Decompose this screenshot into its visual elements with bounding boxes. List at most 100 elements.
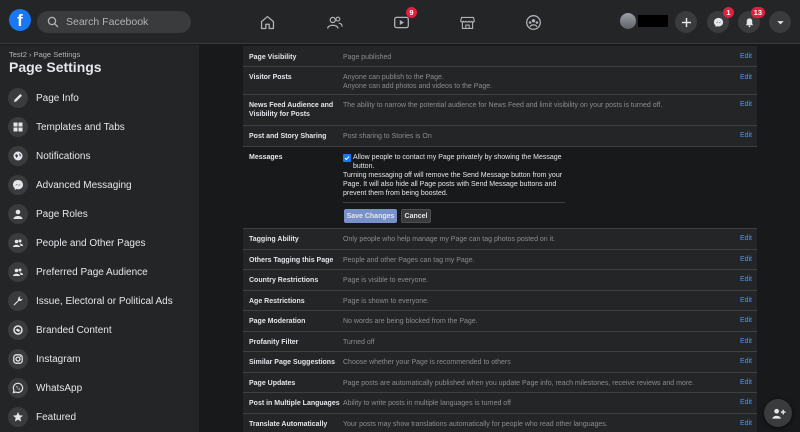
sidebar-item-featured[interactable]: Featured [4,404,194,430]
caret-down-icon [776,20,784,24]
allow-messages-label[interactable]: Allow people to contact my Page privatel… [353,153,568,171]
search-input[interactable] [66,16,186,28]
pencil-icon [8,88,28,108]
grid-icon [8,117,28,137]
sidebar-item-preferred-page-audience[interactable]: Preferred Page Audience [4,259,194,285]
row-description: Choose whether your Page is recommended … [343,359,511,366]
profile-avatar[interactable] [620,13,636,29]
person-icon [8,204,28,224]
edit-link[interactable]: Edit [740,317,752,324]
sidebar-item-advanced-messaging[interactable]: Advanced Messaging [4,172,194,198]
settings-row-page-moderation[interactable]: Page Moderation No words are being block… [243,311,757,332]
row-description: Page is visible to everyone. [343,277,429,284]
edit-link[interactable]: Edit [740,399,752,406]
row-description: The ability to narrow the potential audi… [343,102,663,109]
sidebar-item-people-and-other-pages[interactable]: People and Other Pages [4,230,194,256]
sidebar-item-label: Branded Content [36,324,112,336]
plus-icon [681,17,691,27]
search-box[interactable] [37,11,191,33]
divider [343,202,565,203]
settings-row-page-updates[interactable]: Page Updates Page posts are automaticall… [243,373,757,393]
edit-link[interactable]: Edit [740,358,752,365]
sidebar-item-label: Issue, Electoral or Political Ads [36,295,173,307]
edit-link[interactable]: Edit [740,53,752,60]
sidebar-item-templates-and-tabs[interactable]: Templates and Tabs [4,114,194,140]
edit-link[interactable]: Edit [740,132,752,139]
sidebar-item-notifications[interactable]: Notifications [4,143,194,169]
sidebar-item-label: Page Roles [36,208,88,220]
sidebar-item-page-roles[interactable]: Page Roles [4,201,194,227]
settings-row-age-restrictions[interactable]: Age Restrictions Page is shown to everyo… [243,291,757,311]
sidebar-item-issue-electoral-political-ads[interactable]: Issue, Electoral or Political Ads [4,288,194,314]
account-menu-button[interactable] [769,11,791,33]
groups-nav-button[interactable] [521,10,545,34]
sidebar-item-label: Templates and Tabs [36,121,125,133]
allow-messages-checkbox[interactable] [343,154,351,162]
settings-sidebar: Test2 › Page Settings Page Settings Page… [0,45,199,432]
settings-row-translate-automatically[interactable]: Translate Automatically Your posts may s… [243,414,757,432]
settings-row-others-tagging[interactable]: Others Tagging this Page People and othe… [243,250,757,270]
breadcrumb[interactable]: Test2 › Page Settings [9,50,80,59]
messenger-button[interactable]: 1 [707,7,734,33]
notifications-button[interactable]: 13 [738,7,765,33]
messenger-icon [8,175,28,195]
facebook-logo[interactable]: f [9,9,31,31]
row-description: Ability to write posts in multiple langu… [343,400,511,407]
edit-link[interactable]: Edit [740,101,752,108]
settings-row-profanity-filter[interactable]: Profanity Filter Turned off Edit [243,332,757,352]
edit-link[interactable]: Edit [740,338,752,345]
settings-row-similar-page-suggestions[interactable]: Similar Page Suggestions Choose whether … [243,352,757,373]
settings-row-post-in-multiple-languages[interactable]: Post in Multiple Languages Ability to wr… [243,393,757,414]
row-label: Others Tagging this Page [249,257,334,264]
sidebar-item-label: Preferred Page Audience [36,266,148,278]
instagram-icon [8,349,28,369]
edit-link[interactable]: Edit [740,276,752,283]
home-nav-button[interactable] [255,10,279,34]
handshake-icon [8,320,28,340]
row-description: Your posts may show translations automat… [343,421,608,428]
row-label: Country Restrictions [249,277,319,284]
sidebar-item-page-info[interactable]: Page Info [4,85,194,111]
row-description: Page is shown to everyone. [343,298,429,305]
watch-nav-button[interactable]: 9 [389,7,417,34]
messages-info-text: Turning messaging off will remove the Se… [343,172,563,197]
marketplace-icon [459,16,475,29]
row-label: Page Updates [249,380,296,387]
row-label: Post and Story Sharing [249,133,327,140]
profile-name-redacted[interactable] [638,15,668,27]
cancel-button[interactable]: Cancel [401,209,431,223]
marketplace-nav-button[interactable] [455,10,479,34]
edit-link[interactable]: Edit [740,420,752,427]
settings-row-post-and-story-sharing[interactable]: Post and Story Sharing Post sharing to S… [243,126,757,147]
friends-nav-button[interactable] [322,10,346,34]
row-description: Page posts are automatically published w… [343,380,694,387]
row-label: Similar Page Suggestions [249,359,335,366]
row-label: Post in Multiple Languages [249,400,340,407]
row-label: Page Moderation [249,318,306,325]
messenger-badge: 1 [723,7,734,18]
new-message-button[interactable] [764,399,792,427]
general-settings-panel: Page Visibility Page published Edit Visi… [243,46,757,432]
sidebar-item-branded-content[interactable]: Branded Content [4,317,194,343]
row-description: Only people who help manage my Page can … [343,236,556,243]
create-button[interactable] [675,11,697,33]
notifications-badge: 13 [750,7,765,18]
settings-row-visitor-posts[interactable]: Visitor Posts Anyone can publish to the … [243,67,757,95]
edit-link[interactable]: Edit [740,256,752,263]
new-message-icon [771,408,786,419]
globe-icon [8,146,28,166]
edit-link[interactable]: Edit [740,379,752,386]
sidebar-item-whatsapp[interactable]: WhatsApp [4,375,194,401]
settings-row-tagging-ability[interactable]: Tagging Ability Only people who help man… [243,229,757,250]
sidebar-item-instagram[interactable]: Instagram [4,346,194,372]
sidebar-item-label: WhatsApp [36,382,83,394]
settings-row-country-restrictions[interactable]: Country Restrictions Page is visible to … [243,270,757,291]
save-changes-button[interactable]: Save Changes [344,209,397,223]
settings-row-page-visibility[interactable]: Page Visibility Page published Edit [243,46,757,67]
settings-row-news-feed-audience[interactable]: News Feed Audience and Visibility for Po… [243,95,757,126]
edit-link[interactable]: Edit [740,235,752,242]
edit-link[interactable]: Edit [740,297,752,304]
row-label: Messages [249,154,283,161]
edit-link[interactable]: Edit [740,74,752,81]
sidebar-item-label: Advanced Messaging [36,179,132,191]
